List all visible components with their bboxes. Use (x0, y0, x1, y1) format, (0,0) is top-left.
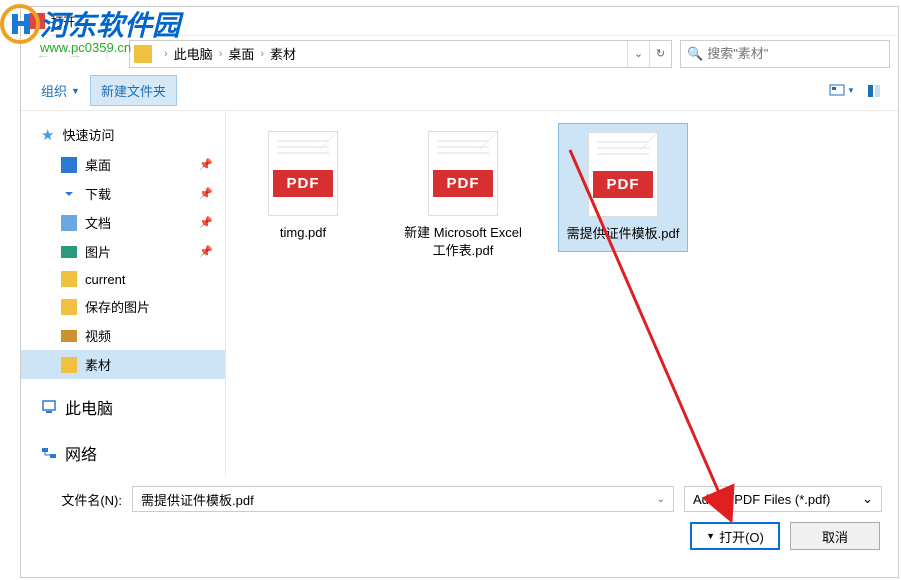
help-button[interactable] (860, 80, 888, 102)
breadcrumb[interactable]: › 此电脑 › 桌面 › 素材 ⌄ ↻ (129, 40, 672, 68)
file-item[interactable]: PDF timg.pdf (238, 123, 368, 250)
network-icon (41, 445, 57, 461)
view-button[interactable]: ▼ (828, 80, 856, 102)
sidebar-item-pictures[interactable]: 图片📌 (21, 237, 225, 266)
open-dialog: 打开 ← → ↑ › 此电脑 › 桌面 › 素材 ⌄ ↻ 🔍 组织▼ 新建文件夹… (20, 6, 899, 578)
cancel-button[interactable]: 取消 (790, 522, 880, 550)
file-item[interactable]: PDF 新建 Microsoft Excel 工作表.pdf (398, 123, 528, 268)
filename-label: 文件名(N): (37, 490, 122, 509)
pc-icon (41, 399, 57, 415)
filename-input[interactable]: 需提供证件模板.pdf⌄ (132, 486, 674, 512)
open-button[interactable]: ▼打开(O) (690, 522, 780, 550)
breadcrumb-item[interactable]: 此电脑 (174, 44, 213, 63)
chevron-down-icon[interactable]: ⌄ (862, 491, 873, 507)
new-folder-button[interactable]: 新建文件夹 (90, 75, 177, 106)
breadcrumb-item[interactable]: 素材 (270, 44, 296, 63)
folder-icon (61, 299, 77, 315)
forward-button: → (61, 40, 89, 68)
breadcrumb-item[interactable]: 桌面 (228, 44, 254, 63)
filetype-filter[interactable]: Adobe PDF Files (*.pdf)⌄ (684, 486, 882, 512)
pdf-icon: PDF (268, 131, 338, 216)
chevron-right-icon: › (260, 48, 264, 60)
pin-icon: 📌 (199, 187, 213, 200)
app-icon (29, 13, 45, 29)
picture-icon (61, 244, 77, 260)
search-input[interactable] (707, 46, 883, 61)
folder-icon (134, 45, 152, 63)
refresh-button[interactable]: ↻ (649, 41, 671, 67)
search-box[interactable]: 🔍 (680, 40, 890, 68)
document-icon (61, 215, 77, 231)
dialog-title: 打开 (51, 13, 75, 30)
file-name: timg.pdf (242, 224, 364, 242)
breadcrumb-dropdown[interactable]: ⌄ (627, 41, 649, 67)
sidebar-item-documents[interactable]: 文档📌 (21, 208, 225, 237)
sidebar-item-material[interactable]: 素材 (21, 350, 225, 379)
pdf-icon: PDF (588, 132, 658, 217)
download-icon (61, 186, 77, 202)
network-header[interactable]: 网络 (21, 435, 225, 471)
folder-icon (61, 357, 77, 373)
file-list[interactable]: PDF timg.pdf PDF 新建 Microsoft Excel 工作表.… (226, 111, 898, 476)
pdf-icon: PDF (428, 131, 498, 216)
search-icon: 🔍 (687, 46, 703, 62)
sidebar-item-current[interactable]: current (21, 266, 225, 292)
chevron-right-icon: › (219, 48, 223, 60)
desktop-icon (61, 157, 77, 173)
quick-access-header[interactable]: ★ 快速访问 (21, 119, 225, 150)
file-name: 新建 Microsoft Excel 工作表.pdf (402, 224, 524, 260)
toolbar: 组织▼ 新建文件夹 ▼ (21, 71, 898, 111)
sidebar-item-videos[interactable]: 视频 (21, 321, 225, 350)
titlebar: 打开 (21, 7, 898, 35)
sidebar-item-downloads[interactable]: 下载📌 (21, 179, 225, 208)
pin-icon: 📌 (199, 216, 213, 229)
file-item[interactable]: PDF 需提供证件模板.pdf (558, 123, 688, 252)
back-button[interactable]: ← (29, 40, 57, 68)
chevron-down-icon[interactable]: ⌄ (657, 494, 665, 505)
this-pc-header[interactable]: 此电脑 (21, 389, 225, 425)
sidebar-item-desktop[interactable]: 桌面📌 (21, 150, 225, 179)
sidebar: ★ 快速访问 桌面📌 下载📌 文档📌 图片📌 current 保存的图片 视频 … (21, 111, 226, 476)
up-button[interactable]: ↑ (93, 40, 121, 68)
nav-row: ← → ↑ › 此电脑 › 桌面 › 素材 ⌄ ↻ 🔍 (21, 35, 898, 71)
video-icon (61, 328, 77, 344)
sidebar-item-saved-pictures[interactable]: 保存的图片 (21, 292, 225, 321)
folder-icon (61, 271, 77, 287)
file-name: 需提供证件模板.pdf (563, 225, 683, 243)
pin-icon: 📌 (199, 245, 213, 258)
chevron-right-icon: › (164, 48, 168, 60)
organize-button[interactable]: 组织▼ (31, 76, 90, 105)
pin-icon: 📌 (199, 158, 213, 171)
footer: 文件名(N): 需提供证件模板.pdf⌄ Adobe PDF Files (*.… (21, 476, 898, 560)
star-icon: ★ (41, 126, 54, 144)
